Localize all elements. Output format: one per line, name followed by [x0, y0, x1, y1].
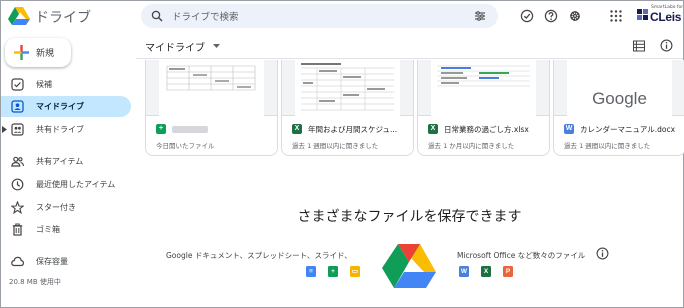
file-meta: 今日開いたファイル [156, 142, 215, 150]
sidebar-item-trash[interactable]: ゴミ箱 [1, 219, 131, 240]
plus-icon [14, 45, 29, 60]
cloud-icon [11, 256, 24, 267]
sidebar-item-storage[interactable]: 保存容量 [1, 251, 131, 272]
sidebar-item-label: 最近使用したアイテム [36, 180, 116, 189]
sidebar-item-shared-with-me[interactable]: 共有アイテム [1, 151, 131, 172]
new-button-label: 新規 [36, 49, 55, 59]
sidebar: 新規 候補 マイドライブ 共有ドライブ 共有アイテム 最近使用したアイテム スタ… [1, 32, 135, 307]
apps-grid-icon[interactable] [609, 9, 623, 23]
sidebar-item-label: 保存容量 [36, 257, 68, 266]
main-content: マイドライブ + 今日開いたファイル X 年間および月間スケジュ... 過去 1… [136, 32, 684, 307]
file-thumbnail [418, 60, 549, 116]
storage-usage-text: 20.8 MB 使用中 [9, 278, 61, 286]
sidebar-item-label: 共有アイテム [36, 157, 84, 166]
file-name: 年間および月間スケジュ... [308, 125, 398, 134]
drive-logo-icon [382, 244, 436, 288]
file-meta: 過去 1 か月以内に開きました [428, 142, 515, 150]
file-thumbnail: Google [554, 60, 684, 116]
file-card[interactable]: Google W カレンダーマニュアル.docx 過去 1 週間以内に開きました [553, 60, 684, 156]
search-input[interactable]: ドライブで検索 [172, 9, 239, 23]
list-view-icon[interactable] [633, 40, 645, 52]
sidebar-item-label: 候補 [36, 80, 52, 89]
search-box[interactable]: ドライブで検索 [141, 4, 498, 28]
word-icon: W [564, 124, 574, 134]
file-card[interactable]: X 日常業務の過ごし方.xlsx 過去 1 か月以内に開きました [417, 60, 550, 156]
office-formats-text: Microsoft Office など数々のファイル [457, 251, 586, 260]
word-icon: W [459, 266, 469, 277]
spreadsheet-preview [295, 60, 400, 116]
app-title[interactable]: ドライブ [35, 7, 91, 27]
info-icon[interactable] [660, 39, 673, 52]
file-thumbnail [146, 60, 277, 116]
sidebar-item-label: ゴミ箱 [36, 225, 60, 234]
document-preview: Google [567, 60, 672, 116]
search-options-icon[interactable] [474, 10, 486, 22]
drive-logo-icon[interactable] [8, 6, 30, 26]
sidebar-item-my-drive[interactable]: マイドライブ [1, 96, 131, 117]
sidebar-item-starred[interactable]: スター付き [1, 197, 131, 218]
docs-icon: ≡ [306, 266, 316, 277]
new-button[interactable]: 新規 [5, 38, 71, 67]
expand-arrow-icon[interactable] [2, 126, 7, 133]
sidebar-item-label: スター付き [36, 203, 76, 212]
check-circle-icon [11, 78, 24, 91]
file-name-redacted [172, 124, 208, 133]
empty-state-title: さまざまなファイルを保存できます [297, 209, 522, 225]
file-meta: 過去 1 週間以内に開きました [564, 142, 651, 150]
chevron-down-icon[interactable] [213, 44, 220, 48]
sidebar-item-label: 共有ドライブ [36, 125, 84, 134]
trash-icon [12, 223, 23, 236]
file-meta: 過去 1 週間以内に開きました [292, 142, 379, 150]
sidebar-item-suggested[interactable]: 候補 [1, 74, 131, 95]
clock-icon [11, 178, 24, 191]
slides-icon: ▭ [350, 266, 360, 277]
sheets-icon: + [156, 124, 166, 134]
sidebar-item-label: マイドライブ [36, 102, 84, 111]
file-thumbnail [282, 60, 413, 116]
file-name: 日常業務の過ごし方.xlsx [444, 125, 529, 134]
brand-mark-icon [637, 9, 648, 20]
help-icon[interactable] [544, 9, 558, 23]
sidebar-item-recent[interactable]: 最近使用したアイテム [1, 174, 131, 195]
sheets-icon: + [328, 266, 338, 277]
excel-icon: X [428, 124, 438, 134]
info-icon[interactable] [596, 247, 609, 260]
breadcrumb[interactable]: マイドライブ [145, 39, 205, 54]
settings-gear-icon[interactable] [568, 9, 582, 23]
my-drive-icon [11, 100, 24, 113]
file-card[interactable]: X 年間および月間スケジュ... 過去 1 週間以内に開きました [281, 60, 414, 156]
top-bar: ドライブ ドライブで検索 SmartLabo for CLeis [1, 1, 683, 31]
file-name: カレンダーマニュアル.docx [580, 125, 676, 134]
excel-icon: X [481, 266, 491, 277]
powerpoint-icon: P [503, 266, 513, 277]
account-brand-logo[interactable]: SmartLabo for CLeis [637, 5, 683, 27]
google-wordmark: Google [592, 89, 647, 108]
shared-drives-icon [11, 123, 24, 136]
excel-icon: X [292, 124, 302, 134]
sidebar-item-shared-drives[interactable]: 共有ドライブ [1, 119, 131, 140]
file-card[interactable]: + 今日開いたファイル [145, 60, 278, 156]
brand-name: CLeis [650, 10, 682, 24]
spreadsheet-preview [159, 60, 264, 116]
spreadsheet-preview [431, 60, 536, 116]
google-formats-text: Google ドキュメント、スプレッドシート、スライド、 [166, 251, 352, 260]
header-divider [136, 58, 683, 59]
people-icon [11, 156, 24, 167]
star-icon [11, 201, 24, 214]
offline-status-icon[interactable] [520, 9, 534, 23]
search-icon[interactable] [151, 10, 163, 22]
